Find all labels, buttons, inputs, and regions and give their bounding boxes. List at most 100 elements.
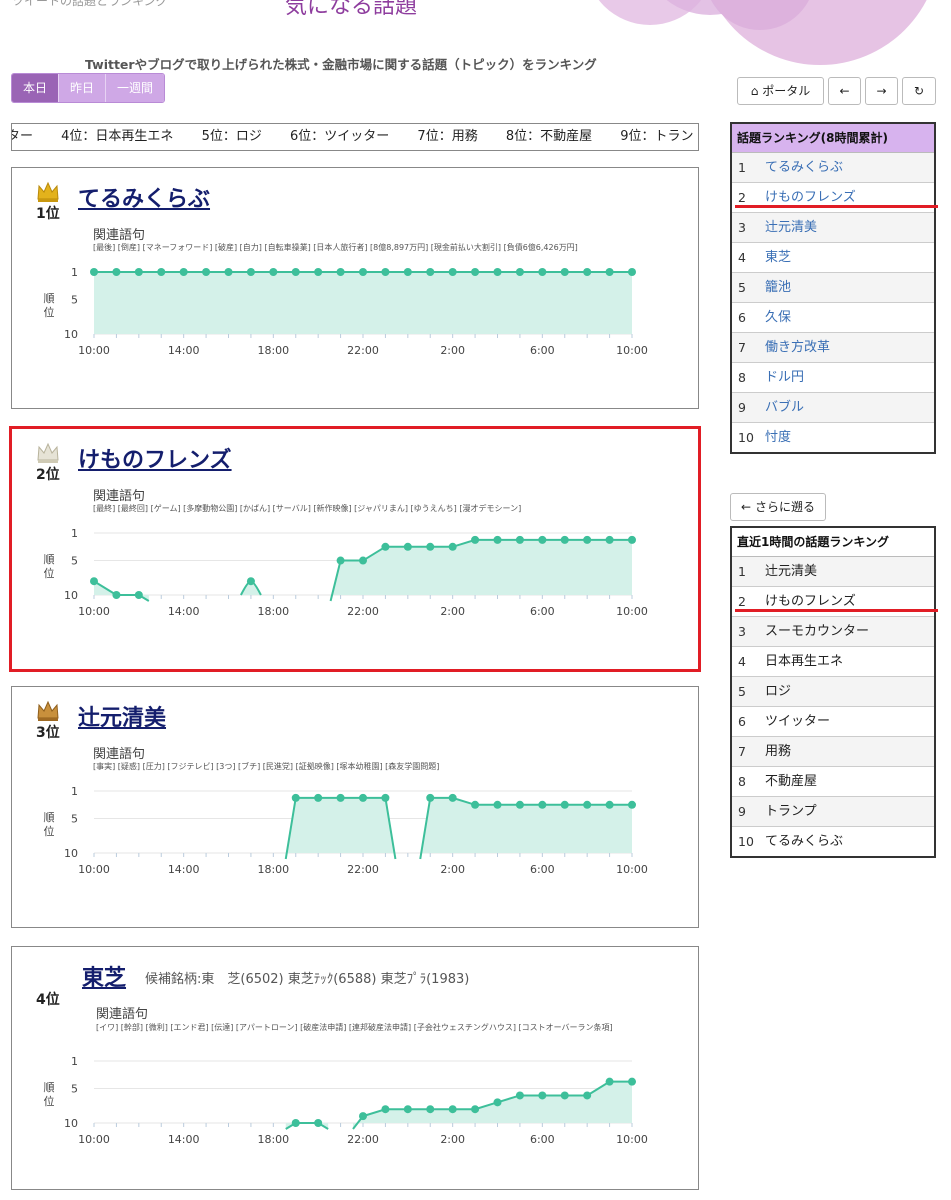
keywords-heading: 関連語句 <box>93 747 146 762</box>
data-point <box>291 793 300 802</box>
data-point <box>381 542 390 551</box>
ranking-item-label[interactable]: 忖度 <box>765 423 791 452</box>
prev-button[interactable]: ← <box>828 77 861 105</box>
rank-chart: 1 5 10 順位 10:00 14:00 18:00 22:00 2:00 6:00 10:00 <box>44 1055 648 1146</box>
portal-button[interactable]: ⌂ ポータル <box>737 77 824 105</box>
ticker-item[interactable]: 9位：トラン <box>620 129 693 144</box>
x-tick-label: 18:00 <box>257 1133 289 1146</box>
data-point <box>605 800 614 809</box>
ranking-number: 3 <box>738 220 746 235</box>
topic-title-link[interactable]: てるみくらぶ <box>78 181 210 213</box>
ranking-item-label[interactable]: 不動産屋 <box>765 767 817 796</box>
topic-title-link[interactable]: 辻元清美 <box>78 700 166 732</box>
tab-yesterday[interactable]: 昨日 <box>58 74 106 102</box>
data-point <box>515 1091 524 1100</box>
ticker-item[interactable]: 6位：ツイッター <box>290 129 389 144</box>
ranking-item-label[interactable]: ドル円 <box>765 363 804 392</box>
x-tick-label: 10:00 <box>616 344 648 357</box>
ranking-8h-table: 話題ランキング(8時間累計) 1 てるみくらぶ 2 けものフレンズ 3 辻元清美 4 東芝 5 籠… <box>730 122 936 454</box>
next-button[interactable]: → <box>865 77 898 105</box>
tab-week[interactable]: 一週間 <box>105 74 165 102</box>
data-point <box>202 268 211 276</box>
ranking-number: 3 <box>738 624 746 639</box>
data-point <box>134 591 143 599</box>
x-tick-label: 10:00 <box>78 344 110 357</box>
refresh-button[interactable]: ↻ <box>902 77 936 105</box>
ranking-item-label[interactable]: 東芝 <box>765 243 791 272</box>
y-tick-label: 5 <box>71 294 78 307</box>
data-point <box>448 268 457 276</box>
data-point <box>359 793 367 802</box>
series-area <box>330 539 632 601</box>
ranking-row: 6 ツイッター <box>732 707 934 737</box>
data-point <box>269 268 278 276</box>
ranking-row: 5 籠池 <box>732 273 934 303</box>
ranking-row: 8 ドル円 <box>732 363 934 393</box>
ranking-row: 2 けものフレンズ <box>732 587 934 617</box>
y-tick-label: 5 <box>71 1083 78 1096</box>
x-tick-label: 14:00 <box>168 344 200 357</box>
tab-today[interactable]: 本日 <box>12 74 59 102</box>
go-back-further-button[interactable]: ← さらに遡る <box>730 493 826 521</box>
x-tick-label: 18:00 <box>257 605 289 618</box>
ticker-item[interactable]: 5位：ロジ <box>202 129 262 144</box>
ticker-item[interactable]: 8位：不動産屋 <box>506 129 592 144</box>
ranking-item-label[interactable]: 働き方改革 <box>765 333 830 362</box>
data-point <box>448 793 457 802</box>
ranking-item-label[interactable]: てるみくらぶ <box>765 827 843 856</box>
ranking-item-label[interactable]: ロジ <box>765 677 791 706</box>
y-tick-label: 10 <box>64 589 78 602</box>
ranking-row: 2 けものフレンズ <box>732 183 934 213</box>
ranking-item-label[interactable]: トランプ <box>765 797 817 826</box>
ticker-item[interactable]: 4位：日本再生エネ <box>61 129 173 144</box>
data-point <box>381 793 390 802</box>
ticker-item[interactable]: ンター <box>12 129 33 144</box>
ranking-item-label[interactable]: スーモカウンター <box>765 617 869 646</box>
ranking-number: 6 <box>738 310 746 325</box>
data-point <box>403 542 412 551</box>
data-point <box>628 800 636 809</box>
data-point <box>515 535 524 544</box>
topic-title-link[interactable]: けものフレンズ <box>78 442 232 474</box>
y-axis-label: 位 <box>44 1094 55 1108</box>
ranking-1h-table: 直近1時間の話題ランキング 1 辻元清美 2 けものフレンズ 3 スーモカウンター 4 日本再… <box>730 526 936 858</box>
data-point <box>426 268 435 276</box>
keywords-heading: 関連語句 <box>93 489 146 504</box>
gold-crown-icon <box>37 181 59 202</box>
ranking-number: 9 <box>738 804 746 819</box>
ranking-item-label[interactable]: 辻元清美 <box>765 557 817 586</box>
data-point <box>403 1105 412 1114</box>
ranking-item-label[interactable]: 日本再生エネ <box>765 647 843 676</box>
ranking-item-label[interactable]: ツイッター <box>765 707 830 736</box>
data-point <box>314 793 323 802</box>
data-point <box>157 268 166 276</box>
ranking-number: 4 <box>738 250 746 265</box>
ranking-item-label[interactable]: 久保 <box>765 303 791 332</box>
data-point <box>90 577 98 586</box>
x-tick-label: 2:00 <box>440 605 465 618</box>
topic-card-3: 3位 辻元清美 関連語句 [事実] [疑惑] [圧力] [フジテレビ] [3つ]… <box>11 686 699 928</box>
ranking-row: 5 ロジ <box>732 677 934 707</box>
data-point <box>291 268 300 276</box>
ticker-item[interactable]: 7位：用務 <box>417 129 477 144</box>
data-point <box>336 556 345 565</box>
data-point <box>628 535 636 544</box>
rank-label: 4位 <box>36 992 60 1008</box>
topic-title-link[interactable]: 東芝 <box>82 960 126 992</box>
y-tick-label: 5 <box>71 555 78 568</box>
data-point <box>246 268 255 276</box>
ranking-item-label[interactable]: バブル <box>765 393 804 422</box>
ranking-item-label[interactable]: てるみくらぶ <box>765 153 843 182</box>
data-point <box>403 268 412 276</box>
x-tick-label: 18:00 <box>257 863 289 876</box>
data-point <box>515 800 524 809</box>
ranking-item-label[interactable]: 用務 <box>765 737 791 766</box>
ranking-ticker: ンター 4位：日本再生エネ 5位：ロジ 6位：ツイッター 7位：用務 8位：不動… <box>11 123 699 151</box>
data-point <box>583 535 592 544</box>
series-area <box>285 797 396 859</box>
highlight-underline <box>735 205 938 208</box>
ranking-item-label[interactable]: 籠池 <box>765 273 791 302</box>
ranking-row: 9 バブル <box>732 393 934 423</box>
ranking-row: 3 スーモカウンター <box>732 617 934 647</box>
ranking-item-label[interactable]: 辻元清美 <box>765 213 817 242</box>
